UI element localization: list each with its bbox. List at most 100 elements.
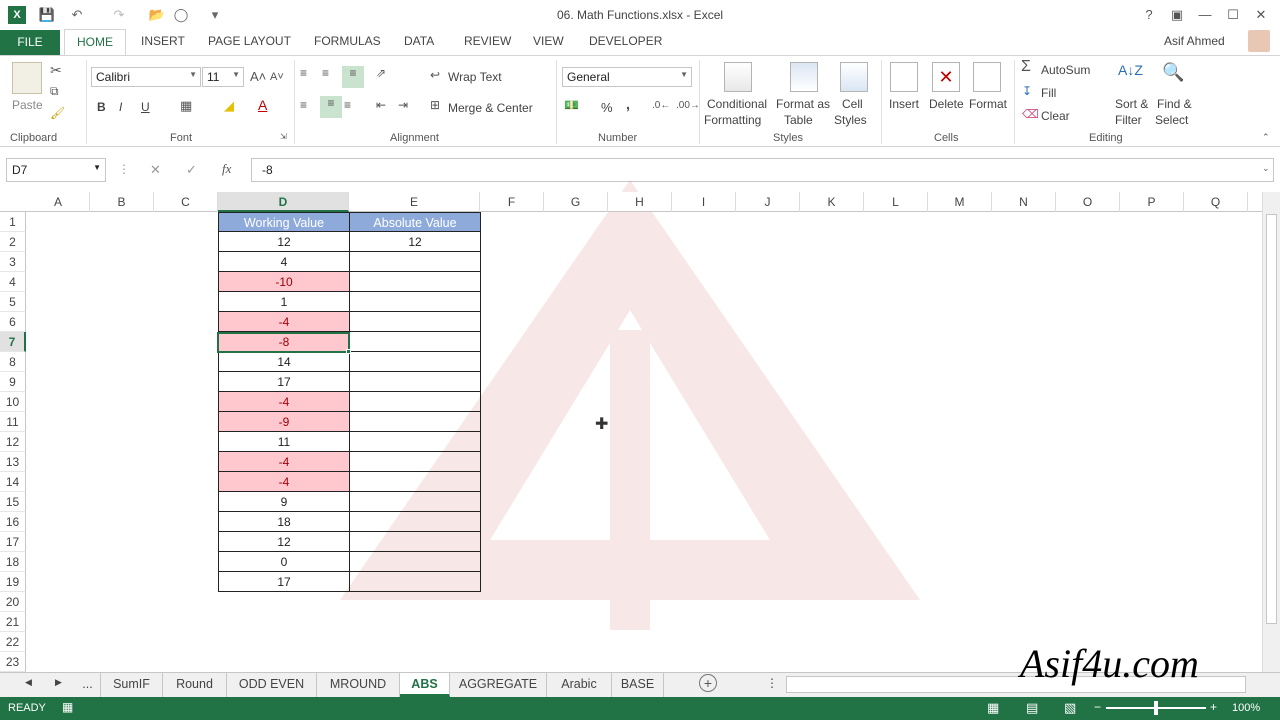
page-layout-view-icon[interactable]: ▤ [1026,700,1038,716]
row-header-15[interactable]: 15 [0,492,26,512]
merge-icon[interactable]: ⊞ [430,98,440,112]
shrink-font-icon[interactable]: A˅ [270,71,284,83]
row-header-19[interactable]: 19 [0,572,26,592]
page-break-view-icon[interactable]: ▧ [1064,700,1076,716]
row-header-8[interactable]: 8 [0,352,26,372]
working-value-cell[interactable]: -4 [218,392,350,412]
more-icon[interactable]: ⋮ [118,162,130,176]
header-absolute-value[interactable]: Absolute Value [349,212,481,232]
macro-record-icon[interactable]: ▦ [62,700,73,714]
sheet-tab-aggregate[interactable]: AGGREGATE [450,673,547,697]
comma-button[interactable]: , [626,96,630,112]
find-select-label-2[interactable]: Select [1155,113,1188,127]
column-header-k[interactable]: K [800,192,864,212]
zoom-level[interactable]: 100% [1232,702,1260,714]
working-value-cell[interactable]: -4 [218,312,350,332]
fill-color-icon[interactable]: ◢ [224,98,234,114]
zoom-in-icon[interactable]: + [1210,700,1217,714]
column-header-l[interactable]: L [864,192,928,212]
row-header-20[interactable]: 20 [0,592,26,612]
font-size-select[interactable]: 11 ▼ [202,67,244,87]
row-header-3[interactable]: 3 [0,252,26,272]
working-value-cell[interactable]: 0 [218,552,350,572]
format-as-table-icon[interactable] [790,62,818,92]
cell-styles-label-2[interactable]: Styles [834,113,867,127]
find-select-label-1[interactable]: Find & [1157,97,1192,111]
absolute-value-cell[interactable]: 12 [349,232,481,252]
header-working-value[interactable]: Working Value [218,212,350,232]
sort-filter-icon[interactable]: A↓Z [1118,62,1143,78]
column-header-j[interactable]: J [736,192,800,212]
grow-font-icon[interactable]: A˄ [250,69,266,84]
cell-styles-label-1[interactable]: Cell [842,97,863,111]
align-top-icon[interactable]: ≡ [300,66,307,80]
tab-formulas[interactable]: FORMULAS [314,34,381,48]
insert-button[interactable]: Insert [889,97,919,111]
user-name[interactable]: Asif Ahmed [1164,34,1225,48]
tab-split-icon[interactable]: ⋮ [766,676,778,690]
enter-icon[interactable]: ✓ [186,162,197,178]
working-value-cell[interactable]: 12 [218,232,350,252]
row-header-1[interactable]: 1 [0,212,26,232]
avatar[interactable] [1248,30,1270,52]
column-header-g[interactable]: G [544,192,608,212]
tab-file[interactable]: FILE [0,30,60,55]
format-painter-icon[interactable]: 🖌 [50,106,65,120]
formula-input[interactable]: -8 [251,158,1274,182]
font-color-icon[interactable]: A [258,97,267,113]
paste-button[interactable]: Paste [12,98,43,112]
working-value-cell[interactable]: 14 [218,352,350,372]
absolute-value-cell[interactable] [349,572,481,592]
autosum-button[interactable]: AutoSum [1041,63,1090,77]
copy-icon[interactable]: ⧉ [50,84,59,99]
align-right-icon[interactable]: ≡ [344,98,351,112]
sheet-tab-round[interactable]: Round [163,673,227,697]
sheet-tab-mround[interactable]: MROUND [317,673,400,697]
row-header-6[interactable]: 6 [0,312,26,332]
normal-view-icon[interactable]: ▦ [987,700,999,716]
fill-handle[interactable] [346,349,351,354]
row-header-18[interactable]: 18 [0,552,26,572]
scroll-thumb[interactable] [1266,214,1277,624]
column-header-e[interactable]: E [349,192,480,212]
absolute-value-cell[interactable] [349,352,481,372]
absolute-value-cell[interactable] [349,392,481,412]
cancel-icon[interactable]: ✕ [150,162,161,178]
column-header-a[interactable]: A [27,192,90,212]
align-left-icon[interactable]: ≡ [300,98,307,112]
sheet-tab-sumif[interactable]: SumIF [101,673,163,697]
sheet-tab-base[interactable]: BASE [612,673,664,697]
row-header-16[interactable]: 16 [0,512,26,532]
row-header-21[interactable]: 21 [0,612,26,632]
minimize-icon[interactable]: — [1194,5,1216,25]
tab-insert[interactable]: INSERT [141,34,185,48]
fill-icon[interactable]: ↧ [1022,84,1032,98]
column-header-m[interactable]: M [928,192,992,212]
sheet-tab-more[interactable]: ... [75,673,101,697]
tab-developer[interactable]: DEVELOPER [589,34,662,48]
column-header-d[interactable]: D [218,192,349,212]
orientation-icon[interactable]: ⇗ [376,66,386,80]
find-select-icon[interactable]: 🔍 [1162,62,1184,83]
tab-page-layout[interactable]: PAGE LAYOUT [208,34,291,48]
working-value-cell[interactable]: -4 [218,472,350,492]
merge-center-button[interactable]: Merge & Center [448,101,533,115]
column-header-f[interactable]: F [480,192,544,212]
working-value-cell[interactable]: 9 [218,492,350,512]
working-value-cell[interactable]: -10 [218,272,350,292]
working-value-cell[interactable]: 17 [218,572,350,592]
tab-data[interactable]: DATA [404,34,434,48]
tab-review[interactable]: REVIEW [464,34,511,48]
absolute-value-cell[interactable] [349,552,481,572]
dialog-launcher-icon[interactable]: ⇲ [280,132,287,141]
prev-sheet-icon[interactable]: ◀ [25,677,32,688]
row-header-10[interactable]: 10 [0,392,26,412]
working-value-cell[interactable]: -9 [218,412,350,432]
sheet-tab-odd-even[interactable]: ODD EVEN [227,673,317,697]
collapse-ribbon-icon[interactable]: ⌃ [1262,132,1270,143]
paste-icon[interactable] [12,62,42,94]
row-header-13[interactable]: 13 [0,452,26,472]
absolute-value-cell[interactable] [349,252,481,272]
row-header-9[interactable]: 9 [0,372,26,392]
working-value-cell[interactable]: 4 [218,252,350,272]
